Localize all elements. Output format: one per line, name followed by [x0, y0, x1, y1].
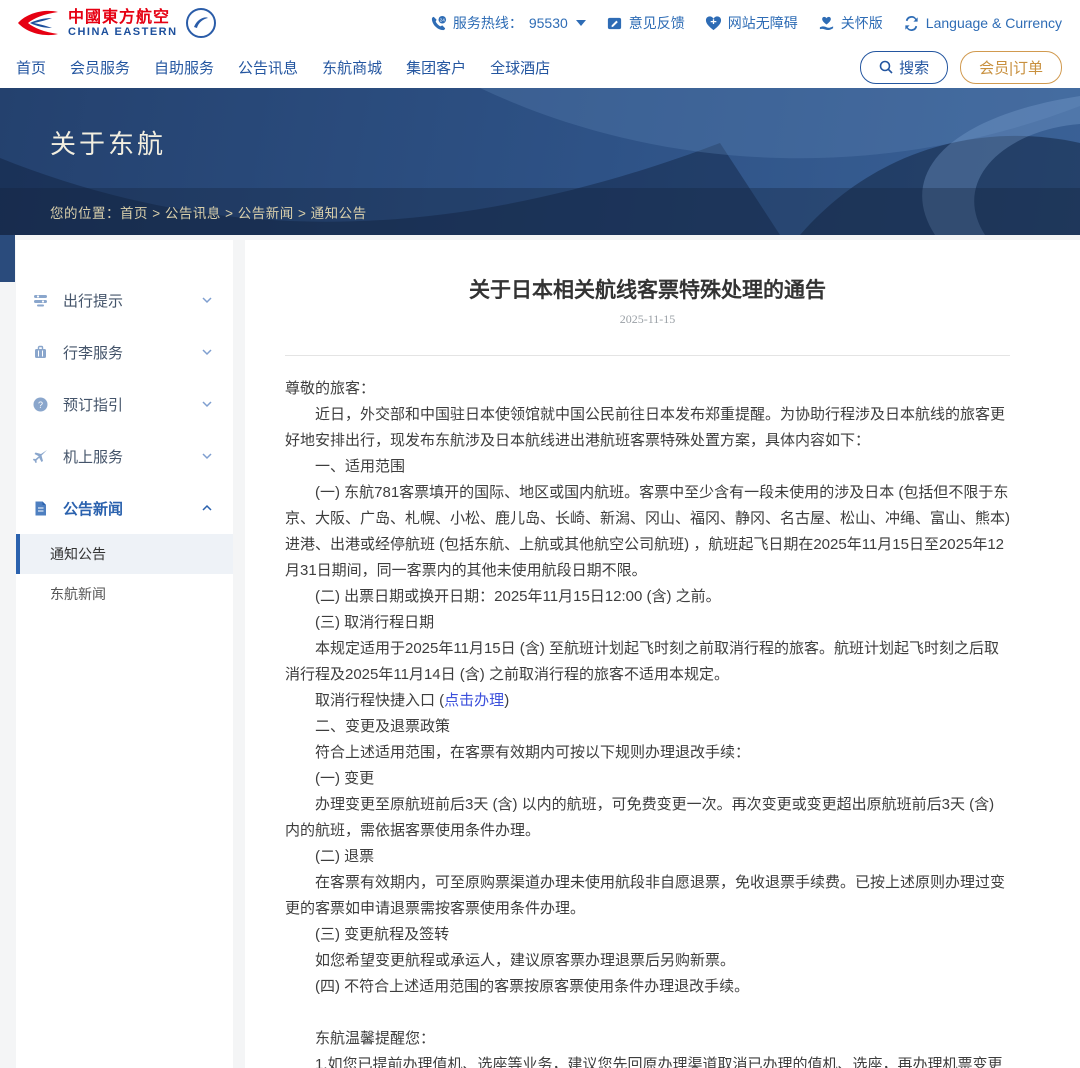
nav-item-mall[interactable]: 东航商城 — [322, 57, 382, 78]
article-paragraph: 二、变更及退票政策 — [285, 714, 1010, 740]
search-icon — [879, 60, 893, 74]
feedback-icon — [606, 15, 623, 32]
nav-item-hotels[interactable]: 全球酒店 — [490, 57, 550, 78]
chevron-down-icon — [201, 398, 213, 410]
main-nav: 首页 会员服务 自助服务 公告讯息 东航商城 集团客户 全球酒店 搜索 会员|订… — [0, 46, 1080, 88]
accessible-heart-icon — [705, 15, 722, 32]
breadcrumb-label: 您的位置： — [50, 202, 120, 222]
accessibility-label: 网站无障碍 — [728, 13, 798, 33]
cancel-entry-after: ) — [504, 692, 509, 709]
feedback-label: 意见反馈 — [629, 13, 685, 33]
logo-text-en: CHINA EASTERN — [68, 26, 178, 38]
nav-item-corporate[interactable]: 集团客户 — [406, 57, 466, 78]
sidebar-subitem-label: 东航新闻 — [50, 584, 106, 604]
breadcrumb: 您的位置： 首页 > 公告讯息 > 公告新闻 > 通知公告 — [0, 188, 1080, 235]
article-paragraph: 近日，外交部和中国驻日本使领馆就中国公民前往日本发布郑重提醒。为协助行程涉及日本… — [285, 402, 1010, 454]
member-orders-label: 会员|订单 — [979, 57, 1043, 78]
article-paragraph: (三) 变更航程及签转 — [285, 922, 1010, 948]
nav-item-home[interactable]: 首页 — [16, 57, 46, 78]
hand-heart-icon — [818, 15, 835, 32]
accessibility-link[interactable]: 网站无障碍 — [705, 13, 798, 33]
sidebar-item-label: 行李服务 — [63, 342, 201, 363]
article-paragraph: (四) 不符合上述适用范围的客票按原客票使用条件办理退改手续。 — [285, 974, 1010, 1000]
chevron-down-icon — [201, 294, 213, 306]
chevron-down-icon — [201, 346, 213, 358]
sidebar-item-inflight-services[interactable]: 机上服务 — [16, 430, 233, 482]
article-paragraph: 办理变更至原航班前后3天 (含) 以内的航班，可免费变更一次。再次变更或变更超出… — [285, 792, 1010, 844]
article-paragraph: 在客票有效期内，可至原购票渠道办理未使用航段非自愿退票，免收退票手续费。已按上述… — [285, 870, 1010, 922]
search-button-label: 搜索 — [899, 57, 929, 78]
chevron-up-icon — [201, 502, 213, 514]
sidebar-subitem-notices[interactable]: 通知公告 — [16, 534, 233, 574]
sidebar-subitem-ce-news[interactable]: 东航新闻 — [16, 574, 233, 614]
breadcrumb-path[interactable]: 首页 > 公告讯息 > 公告新闻 > 通知公告 — [120, 202, 367, 222]
care-version-label: 关怀版 — [841, 13, 883, 33]
language-currency-icon — [903, 15, 920, 32]
member-orders-button[interactable]: 会员|订单 — [960, 51, 1062, 84]
sidebar-item-baggage[interactable]: 行李服务 — [16, 326, 233, 378]
language-currency-link[interactable]: Language & Currency — [903, 15, 1062, 32]
article-paragraph: 东航温馨提醒您： — [285, 1026, 1010, 1052]
travel-tips-icon — [32, 292, 49, 309]
sidebar-item-travel-tips[interactable]: 出行提示 — [16, 274, 233, 326]
chevron-down-icon — [201, 450, 213, 462]
news-document-icon — [32, 500, 49, 517]
article-paragraph: (一) 变更 — [285, 766, 1010, 792]
language-currency-label: Language & Currency — [926, 15, 1062, 31]
article: 关于日本相关航线客票特殊处理的通告 2025-11-15 尊敬的旅客： 近日，外… — [245, 240, 1080, 1068]
hotline-caret-icon — [576, 20, 586, 26]
luggage-icon — [32, 344, 49, 361]
article-title: 关于日本相关航线客票特殊处理的通告 — [285, 274, 1010, 304]
divider — [285, 355, 1010, 356]
care-version-link[interactable]: 关怀版 — [818, 13, 883, 33]
article-date: 2025-11-15 — [285, 312, 1010, 327]
nav-item-announcements[interactable]: 公告讯息 — [238, 57, 298, 78]
cancel-trip-link[interactable]: 点击办理 — [444, 692, 504, 709]
phone-24h-icon: 24 — [430, 15, 447, 32]
brand-logo[interactable]: 中國東方航空 CHINA EASTERN — [16, 8, 216, 38]
svg-text:24: 24 — [440, 17, 446, 23]
feedback-link[interactable]: 意见反馈 — [606, 13, 685, 33]
page-title: 关于东航 — [50, 124, 166, 161]
search-button[interactable]: 搜索 — [860, 51, 948, 84]
hotline-label: 服务热线： — [453, 13, 523, 33]
page-banner: 关于东航 您的位置： 首页 > 公告讯息 > 公告新闻 > 通知公告 — [0, 88, 1080, 235]
cancel-entry-before: 取消行程快捷入口 ( — [315, 692, 444, 709]
article-paragraph: 一、适用范围 — [285, 454, 1010, 480]
china-eastern-bird-icon — [16, 8, 60, 38]
sidebar-item-label: 机上服务 — [63, 446, 201, 467]
article-paragraph: 1.如您已提前办理值机、选座等业务，建议您先回原办理渠道取消已办理的值机、选座，… — [285, 1052, 1010, 1068]
article-paragraph: (三) 取消行程日期 — [285, 610, 1010, 636]
article-paragraph: (二) 出票日期或换开日期：2025年11月15日12:00 (含) 之前。 — [285, 584, 1010, 610]
nav-item-member-services[interactable]: 会员服务 — [70, 57, 130, 78]
sidebar-item-label: 公告新闻 — [63, 498, 201, 519]
article-paragraph: 如您希望变更航程或承运人，建议原客票办理退票后另购新票。 — [285, 948, 1010, 974]
article-paragraph: (一) 东航781客票填开的国际、地区或国内航班。客票中至少含有一段未使用的涉及… — [285, 480, 1010, 584]
article-paragraph: (二) 退票 — [285, 844, 1010, 870]
nav-item-self-services[interactable]: 自助服务 — [154, 57, 214, 78]
top-utility-bar: 中國東方航空 CHINA EASTERN 24 服务热线： 95530 意见反馈 — [0, 0, 1080, 46]
sidebar-item-label: 预订指引 — [63, 394, 201, 415]
sidebar-item-label: 出行提示 — [63, 290, 201, 311]
logo-text-cn: 中國東方航空 — [68, 9, 178, 26]
sidebar: 出行提示 行李服务 ? 预订指引 机上服务 — [16, 240, 233, 1068]
sidebar-item-announcement-news[interactable]: 公告新闻 — [16, 482, 233, 534]
sidebar-item-booking-guide[interactable]: ? 预订指引 — [16, 378, 233, 430]
article-paragraph-cancel-entry: 取消行程快捷入口 (点击办理) — [285, 688, 1010, 714]
skyteam-icon — [186, 8, 216, 38]
article-paragraph: 符合上述适用范围，在客票有效期内可按以下规则办理退改手续： — [285, 740, 1010, 766]
sidebar-subitem-label: 通知公告 — [50, 544, 106, 564]
article-paragraph: 尊敬的旅客： — [285, 376, 1010, 402]
airplane-icon — [32, 448, 49, 465]
hotline-number: 95530 — [529, 15, 568, 31]
article-paragraph: 本规定适用于2025年11月15日 (含) 至航班计划起飞时刻之前取消行程的旅客… — [285, 636, 1010, 688]
svg-text:?: ? — [38, 399, 43, 409]
help-icon: ? — [32, 396, 49, 413]
service-hotline[interactable]: 24 服务热线： 95530 — [430, 13, 586, 33]
